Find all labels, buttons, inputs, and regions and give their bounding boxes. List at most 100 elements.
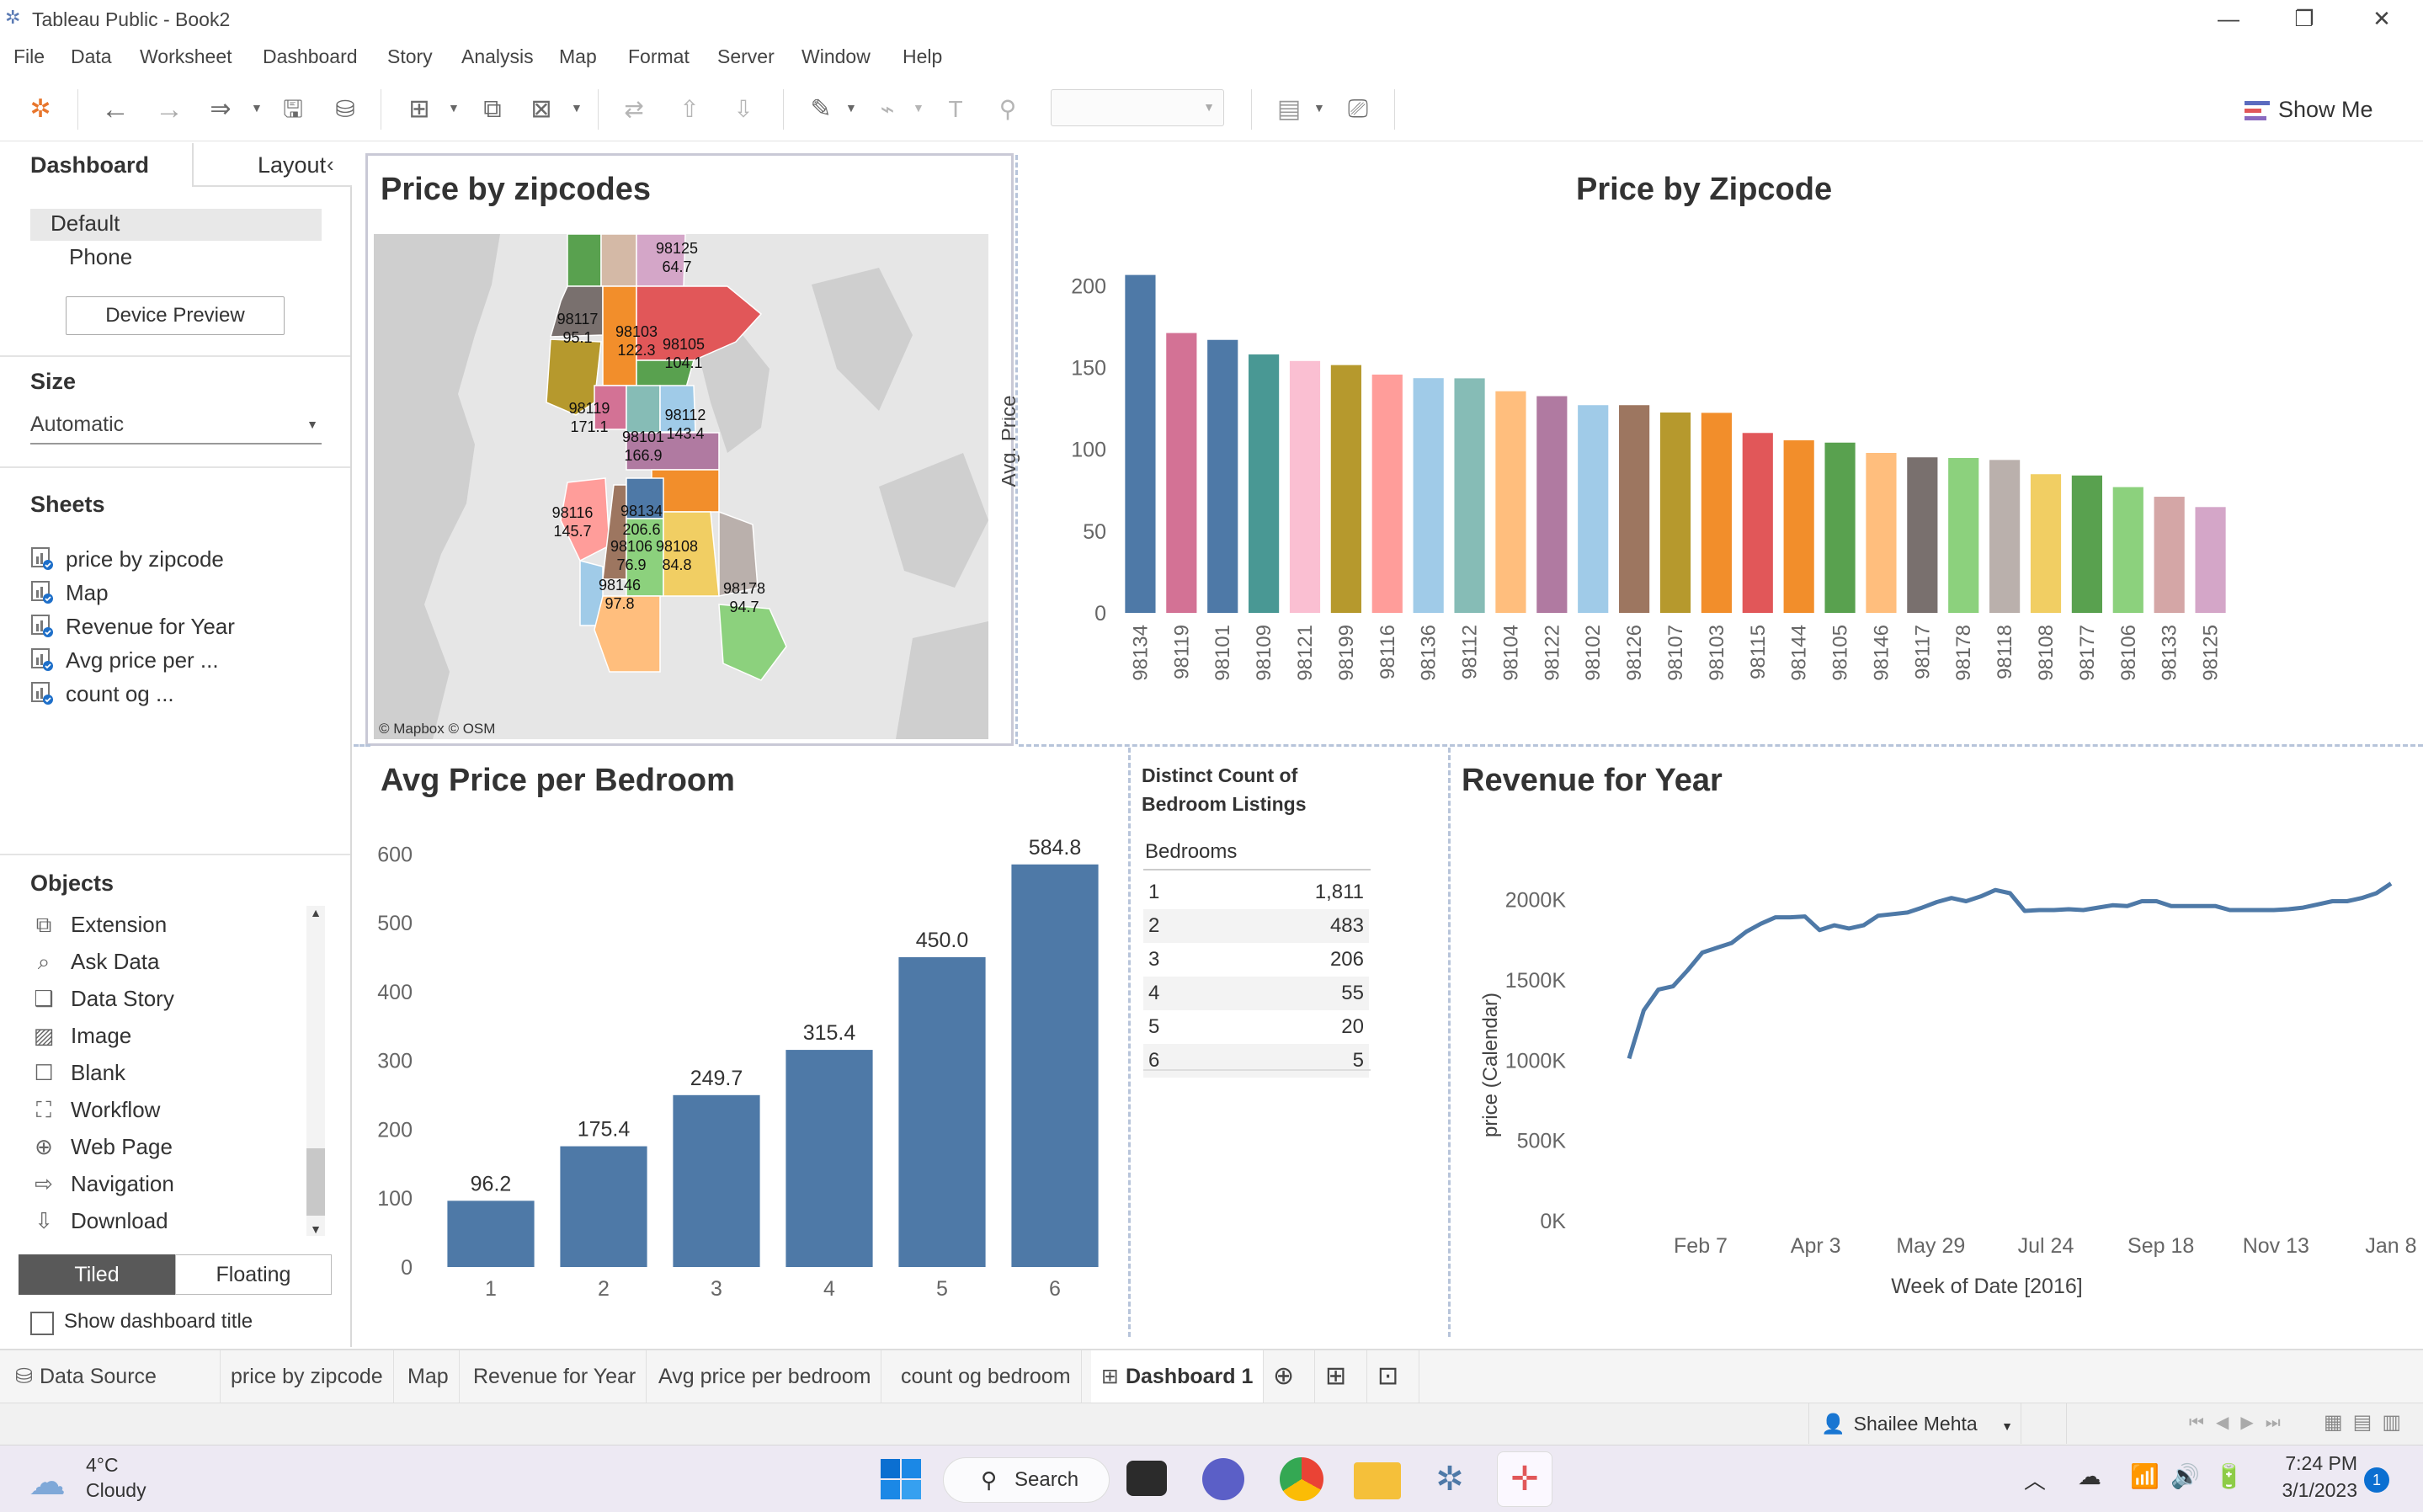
chevron-down-icon[interactable]: ▼	[251, 101, 263, 114]
group-icon[interactable]: ⌁	[867, 91, 908, 128]
table-row[interactable]: 5 20	[1143, 1010, 1369, 1044]
clear-sheet-icon[interactable]: ⊠	[520, 91, 562, 128]
scrollbar-thumb[interactable]	[306, 1148, 325, 1216]
size-dropdown[interactable]: Automatic ▼	[30, 409, 322, 445]
notification-badge[interactable]: 1	[2364, 1467, 2389, 1493]
tableau-home-icon[interactable]: ✲	[24, 91, 57, 128]
device-preview-button[interactable]: Device Preview	[66, 296, 285, 335]
map-zip-label[interactable]: 98103 122.3	[611, 322, 662, 359]
new-story-tab-icon[interactable]: ⊡	[1367, 1350, 1419, 1403]
clock-time[interactable]: 7:24 PM	[2273, 1452, 2357, 1475]
battery-icon[interactable]: 🔋	[2214, 1462, 2244, 1490]
object-item[interactable]: ☐ Blank	[30, 1057, 125, 1088]
map-zip-label[interactable]: 98106 76.9	[606, 537, 657, 574]
object-item[interactable]: ⇨ Navigation	[30, 1169, 174, 1199]
sort-descending-icon[interactable]: ⇩	[722, 91, 764, 128]
menu-dashboard[interactable]: Dashboard	[263, 45, 358, 68]
labels-icon[interactable]: T	[936, 91, 975, 128]
map-zip-label[interactable]: 98108 84.8	[652, 537, 702, 574]
wifi-icon[interactable]: 📶	[2130, 1462, 2159, 1490]
tab-map[interactable]: Map	[397, 1350, 460, 1403]
file-explorer-icon[interactable]	[1354, 1462, 1401, 1499]
weather-temp[interactable]: 4°C	[86, 1454, 119, 1477]
save-icon[interactable]: 🖫	[274, 91, 312, 128]
teams-chat-icon[interactable]	[1202, 1458, 1244, 1500]
menu-map[interactable]: Map	[559, 45, 597, 68]
taskbar-search[interactable]: ⚲ Search	[943, 1457, 1110, 1503]
tableau-public-taskbar-icon[interactable]: ✛	[1497, 1451, 1552, 1507]
volume-icon[interactable]: 🔊	[2170, 1462, 2200, 1490]
floating-button[interactable]: Floating	[175, 1254, 332, 1295]
task-view-icon[interactable]	[1126, 1461, 1167, 1496]
duplicate-icon[interactable]: ⧉	[471, 91, 514, 128]
device-phone[interactable]: Phone	[69, 244, 132, 270]
map-zip-label[interactable]: 98178 94.7	[719, 579, 770, 616]
menu-format[interactable]: Format	[628, 45, 690, 68]
map-zip-label[interactable]: 98146 97.8	[594, 576, 645, 613]
object-item[interactable]: ⛶ Workflow	[30, 1094, 161, 1125]
menu-analysis[interactable]: Analysis	[461, 45, 534, 68]
objects-scrollbar[interactable]: ▲ ▼	[306, 906, 325, 1236]
show-me-button[interactable]: Show Me	[2245, 91, 2373, 128]
object-item[interactable]: ⧉ Extension	[30, 909, 167, 940]
close-button[interactable]: ✕	[2352, 3, 2411, 34]
map-view[interactable]: 98125 64.7 98117 95.1 98103 122.3 98105 104.1 98…	[374, 234, 988, 739]
table-row[interactable]: 1 1,811	[1143, 876, 1369, 909]
undo-icon[interactable]: ←	[94, 91, 136, 128]
presentation-mode-icon[interactable]: ⎚	[1339, 91, 1377, 128]
clock-date[interactable]: 3/1/2023	[2265, 1479, 2357, 1502]
map-zip-label[interactable]: 98105 104.1	[658, 335, 709, 372]
onedrive-icon[interactable]: ☁	[2078, 1462, 2101, 1490]
menu-worksheet[interactable]: Worksheet	[140, 45, 232, 68]
map-zip-label[interactable]: 98101 166.9	[618, 428, 668, 465]
menu-data[interactable]: Data	[71, 45, 112, 68]
revenue-line-chart[interactable]: price (Calendar) 0K 500K 1000K 1500K 2000K Feb…	[1456, 817, 2416, 1339]
tab-data-source[interactable]: ⛁ Data Source	[0, 1350, 221, 1403]
sheet-item[interactable]: Map	[30, 578, 109, 608]
map-zip-label[interactable]: 98116 145.7	[547, 503, 598, 540]
object-item[interactable]: ⇩ Download	[30, 1206, 168, 1236]
show-title-checkbox[interactable]	[30, 1312, 54, 1335]
chevron-down-icon[interactable]: ▼	[845, 101, 857, 114]
tab-price-by-zipcode[interactable]: price by zipcode	[221, 1350, 394, 1403]
map-zip-label[interactable]: 98134 206.6	[616, 502, 667, 539]
sheet-item[interactable]: Avg price per ...	[30, 645, 219, 675]
user-menu[interactable]: 👤 Shailee Mehta ▼	[1808, 1403, 2013, 1444]
chevron-down-icon[interactable]: ▼	[571, 101, 583, 114]
menu-help[interactable]: Help	[903, 45, 942, 68]
bedroom-bar-chart[interactable]: 0 100 200 300 400 500 600 96.2 1 175.4 2 249.7 3 315.…	[354, 817, 1120, 1330]
map-zip-label[interactable]: 98125 64.7	[652, 239, 702, 276]
chevron-down-icon[interactable]: ▼	[913, 101, 924, 114]
scroll-down-icon[interactable]: ▼	[306, 1222, 325, 1236]
menu-file[interactable]: File	[13, 45, 45, 68]
tab-dashboard-1[interactable]: ⊞ Dashboard 1	[1091, 1350, 1265, 1403]
chevron-up-icon[interactable]: ︿	[2024, 1464, 2046, 1495]
tiled-button[interactable]: Tiled	[19, 1254, 175, 1295]
new-dashboard-tab-icon[interactable]: ⊞	[1315, 1350, 1367, 1403]
view-mode-icons[interactable]: ▦▤▥	[2324, 1410, 2411, 1435]
chevron-down-icon[interactable]: ▼	[448, 101, 460, 114]
tab-count-og-bedroom[interactable]: count og bedroom	[891, 1350, 1082, 1403]
table-row[interactable]: 65	[1143, 1044, 1369, 1078]
table-row[interactable]: 2 483	[1143, 909, 1369, 943]
object-item[interactable]: ⊕ Web Page	[30, 1131, 173, 1162]
scroll-up-icon[interactable]: ▲	[306, 906, 325, 919]
object-item[interactable]: ⌕ Ask Data	[30, 946, 160, 977]
object-item[interactable]: ❑ Data Story	[30, 983, 173, 1014]
sort-ascending-icon[interactable]: ⇧	[668, 91, 711, 128]
fit-dropdown[interactable]: ▼	[1051, 89, 1224, 126]
highlight-icon[interactable]: ✎	[800, 91, 842, 128]
object-item[interactable]: ▨ Image	[30, 1020, 132, 1051]
map-zip-label[interactable]: 98119 171.1	[564, 399, 615, 436]
menu-window[interactable]: Window	[801, 45, 871, 68]
tab-avg-price-per-bedroom[interactable]: Avg price per bedroom	[648, 1350, 882, 1403]
device-default[interactable]: Default	[51, 210, 120, 237]
weather-desc[interactable]: Cloudy	[86, 1479, 146, 1502]
zip-bar-chart[interactable]: Avg. Price05010015020098134 98119 98101 981…	[1002, 219, 2239, 732]
new-worksheet-tab-icon[interactable]: ⊕	[1263, 1350, 1315, 1403]
chevron-down-icon[interactable]: ▼	[1313, 101, 1325, 114]
replay-icon[interactable]: ⇒	[199, 91, 242, 128]
tab-revenue-for-year[interactable]: Revenue for Year	[463, 1350, 647, 1403]
table-row[interactable]: 3 206	[1143, 943, 1369, 977]
windows-start-icon[interactable]	[879, 1457, 923, 1501]
